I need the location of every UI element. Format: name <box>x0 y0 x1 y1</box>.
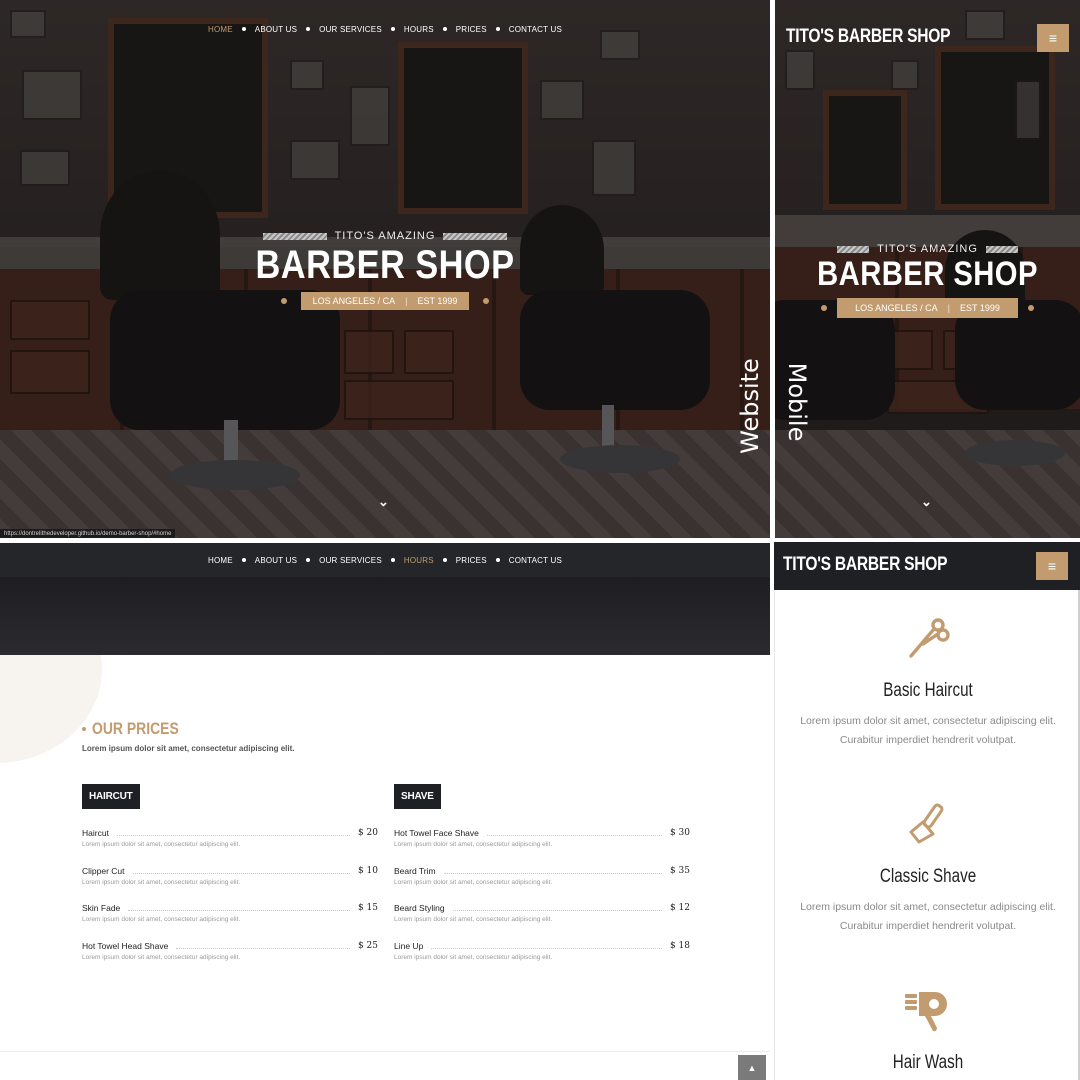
category-label: HAIRCUT <box>82 784 140 809</box>
nav-home[interactable]: HOME <box>208 25 233 34</box>
mobile-services-panel: TITO'S BARBER SHOP ≡ Basic Haircut Lorem… <box>774 542 1080 1080</box>
service-text: Lorem ipsum dolor sit amet, consectetur … <box>800 715 1056 746</box>
desktop-hero-panel: HOME ABOUT US OUR SERVICES HOURS PRICES … <box>0 0 770 538</box>
service-title: Hair Wash <box>892 1052 964 1073</box>
service-card: Classic Shave Lorem ipsum dolor sit amet… <box>775 800 1080 936</box>
service-title: Classic Shave <box>879 866 977 887</box>
prices-hero-strip <box>0 577 770 655</box>
nav-about-us[interactable]: ABOUT US <box>255 556 297 565</box>
mobile-hero-title: BARBER SHOP <box>817 255 1038 293</box>
price-category-haircut: HAIRCUT Haircut $ 20 Lorem ipsum dolor si… <box>82 784 378 978</box>
nav-contact-us[interactable]: CONTACT US <box>509 556 562 565</box>
service-card: Basic Haircut Lorem ipsum dolor sit amet… <box>775 614 1080 750</box>
mobile-services-brand[interactable]: TITO'S BARBER SHOP <box>783 554 948 576</box>
status-url: https://dontrelithedeveloper.github.io/d… <box>0 529 176 538</box>
service-title: Basic Haircut <box>883 680 973 701</box>
hamburger-icon[interactable]: ≡ <box>1036 552 1068 580</box>
price-item: Skin Fade $ 15 Lorem ipsum dolor sit amet… <box>82 903 378 923</box>
desktop-nav: HOME ABOUT US OUR SERVICES HOURS PRICES … <box>0 22 770 36</box>
nav-contact-us[interactable]: CONTACT US <box>509 25 562 34</box>
prices-nav-bar: HOME ABOUT US OUR SERVICES HOURS PRICES … <box>0 543 770 577</box>
price-item: Hot Towel Head Shave $ 25 Lorem ipsum dol… <box>82 940 378 961</box>
mobile-hero-panel: TITO'S BARBER SHOP ≡ TITO'S AMAZING BARB… <box>775 0 1080 538</box>
mobile-scroll-down-chevron-icon[interactable]: ⌄ <box>921 494 932 510</box>
footer-divider <box>0 1051 770 1052</box>
prices-subtitle: Lorem ipsum dolor sit amet, consectetur … <box>82 744 295 753</box>
nav-our-services[interactable]: OUR SERVICES <box>319 25 382 34</box>
hero-location-badge: LOS ANGELES / CA | EST 1999 <box>300 292 470 310</box>
nav-hours[interactable]: HOURS <box>404 25 434 34</box>
mobile-hero-subtitle: TITO'S AMAZING <box>877 243 978 255</box>
price-item: Clipper Cut $ 10 Lorem ipsum dolor sit am… <box>82 865 378 886</box>
website-label: Website <box>736 358 764 454</box>
category-label: SHAVE <box>394 784 441 809</box>
price-item: Line Up $ 18 Lorem ipsum dolor sit amet, … <box>394 940 690 961</box>
mobile-brand[interactable]: TITO'S BARBER SHOP <box>786 26 951 48</box>
price-category-shave: SHAVE Hot Towel Face Shave $ 30 Lorem ips… <box>394 784 690 978</box>
hero-title: BARBER SHOP <box>255 243 515 287</box>
mobile-hero-location-badge: LOS ANGELES / CA | EST 1999 <box>837 298 1018 319</box>
nav-hours[interactable]: HOURS <box>404 556 434 565</box>
services-list: Basic Haircut Lorem ipsum dolor sit amet… <box>774 590 1080 1080</box>
nav-home[interactable]: HOME <box>208 556 233 565</box>
mobile-hero-text: TITO'S AMAZING BARBER SHOP LOS ANGELES /… <box>775 243 1080 319</box>
service-card: Hair Wash <box>775 986 1080 1074</box>
desktop-prices-panel: HOME ABOUT US OUR SERVICES HOURS PRICES … <box>0 543 770 1080</box>
hamburger-icon[interactable]: ≡ <box>1037 24 1069 52</box>
mobile-services-header: TITO'S BARBER SHOP ≡ <box>774 542 1080 590</box>
nav-prices[interactable]: PRICES <box>456 556 487 565</box>
hero-subtitle: TITO'S AMAZING <box>334 230 436 242</box>
prices-heading: OUR PRICES <box>82 719 198 739</box>
service-text: Lorem ipsum dolor sit amet, consectetur … <box>800 901 1056 932</box>
mobile-label: Mobile <box>783 362 811 442</box>
desktop-hero-text: TITO'S AMAZING BARBER SHOP LOS ANGELES /… <box>0 230 770 310</box>
price-item: Haircut $ 20 Lorem ipsum dolor sit amet, … <box>82 828 378 848</box>
nav-about-us[interactable]: ABOUT US <box>255 25 297 34</box>
hair-dryer-icon <box>905 992 947 1032</box>
razor-icon <box>909 803 944 844</box>
price-item: Beard Trim $ 35 Lorem ipsum dolor sit ame… <box>394 865 690 886</box>
price-item: Hot Towel Face Shave $ 30 Lorem ipsum dol… <box>394 828 690 848</box>
nav-prices[interactable]: PRICES <box>456 25 487 34</box>
scroll-down-chevron-icon[interactable]: ⌄ <box>378 494 389 510</box>
nav-our-services[interactable]: OUR SERVICES <box>319 556 382 565</box>
scissors-icon <box>909 618 950 658</box>
price-item: Beard Styling $ 12 Lorem ipsum dolor sit … <box>394 903 690 923</box>
caret-up-icon[interactable]: ▲ <box>738 1055 766 1080</box>
